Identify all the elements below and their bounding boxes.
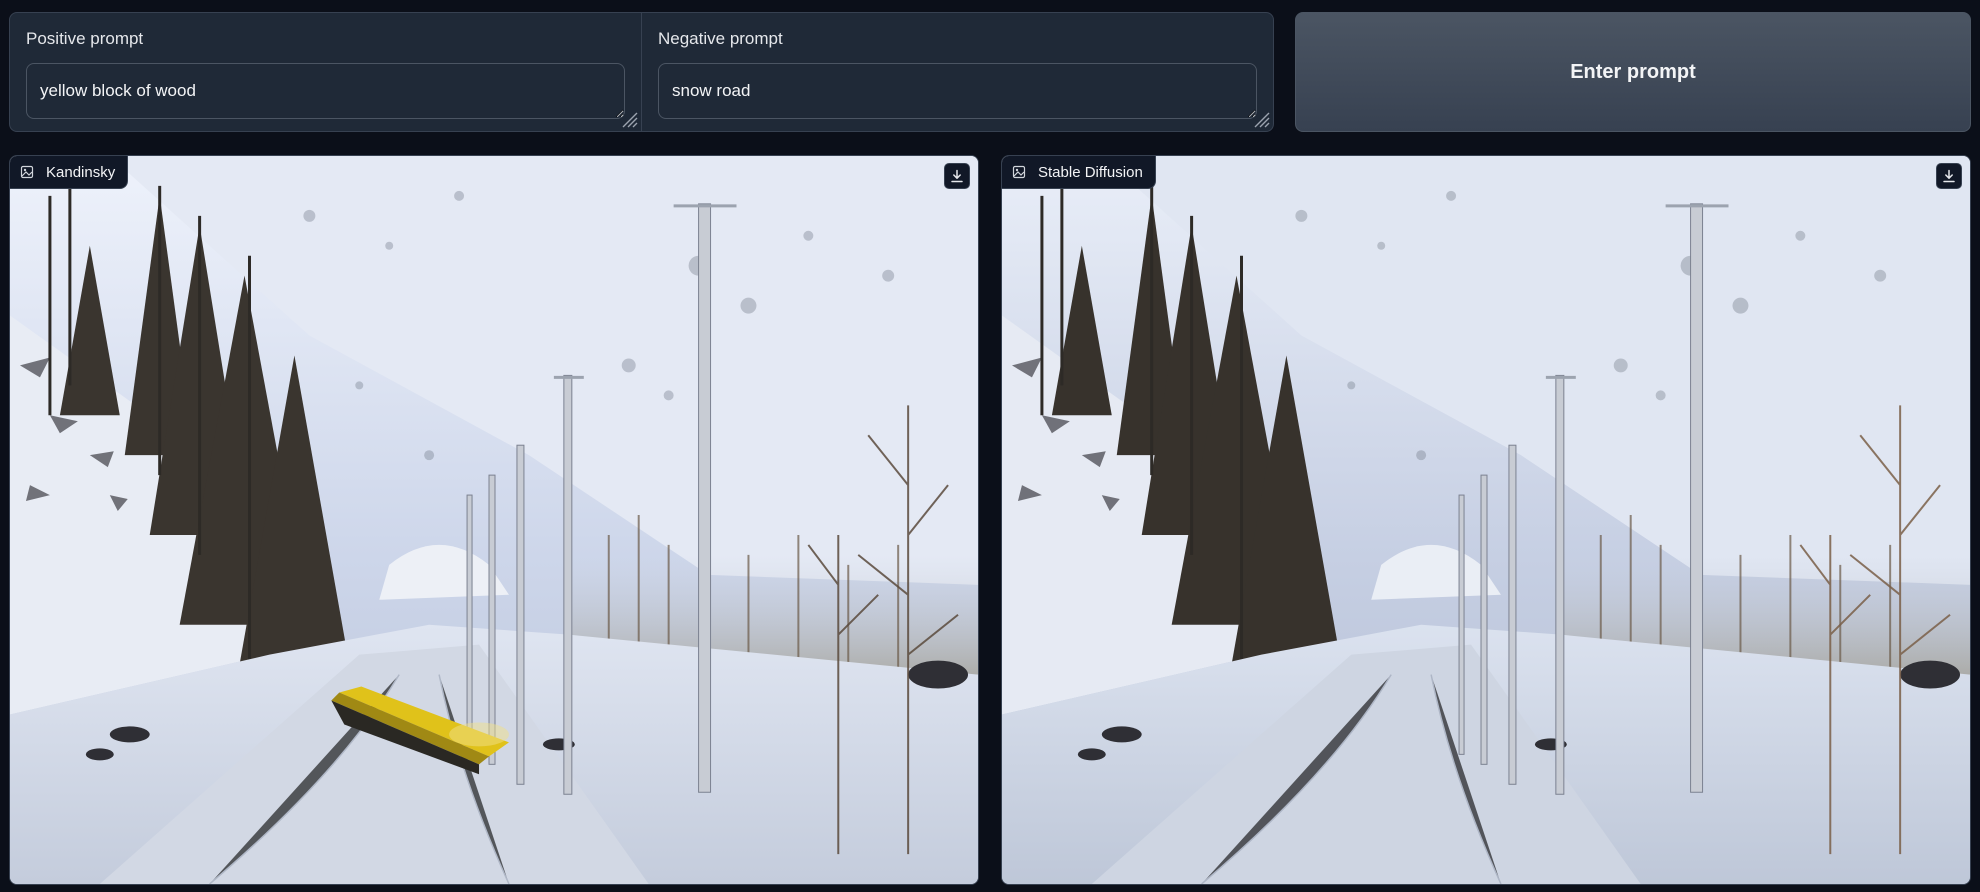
kandinsky-output-panel: Kandinsky xyxy=(9,155,979,885)
kandinsky-image-label: Kandinsky xyxy=(10,156,129,189)
enter-prompt-button[interactable]: Enter prompt xyxy=(1295,12,1971,132)
kandinsky-download-button[interactable] xyxy=(944,163,970,189)
resize-grip-icon[interactable] xyxy=(616,106,638,128)
stable-diffusion-output-panel: Stable Diffusion xyxy=(1001,155,1971,885)
positive-prompt-label: Positive prompt xyxy=(26,29,144,48)
download-icon xyxy=(1943,169,1955,183)
prompt-panel: Positive prompt Negative prompt xyxy=(9,12,1274,132)
resize-grip-icon[interactable] xyxy=(1248,106,1270,128)
stable-diffusion-download-button[interactable] xyxy=(1936,163,1962,189)
image-icon xyxy=(20,165,34,179)
stable-diffusion-image-label: Stable Diffusion xyxy=(1002,156,1156,189)
kandinsky-label-text: Kandinsky xyxy=(46,163,116,181)
download-icon xyxy=(951,169,963,183)
kandinsky-output-image xyxy=(10,156,978,884)
negative-prompt-label: Negative prompt xyxy=(658,29,783,48)
stable-diffusion-output-image xyxy=(1002,156,1970,884)
stable-diffusion-label-text: Stable Diffusion xyxy=(1038,163,1143,181)
image-icon xyxy=(1012,165,1026,179)
positive-prompt-block: Positive prompt xyxy=(10,13,641,131)
negative-prompt-input[interactable] xyxy=(658,63,1257,119)
positive-prompt-input[interactable] xyxy=(26,63,625,119)
negative-prompt-block: Negative prompt xyxy=(641,13,1273,131)
